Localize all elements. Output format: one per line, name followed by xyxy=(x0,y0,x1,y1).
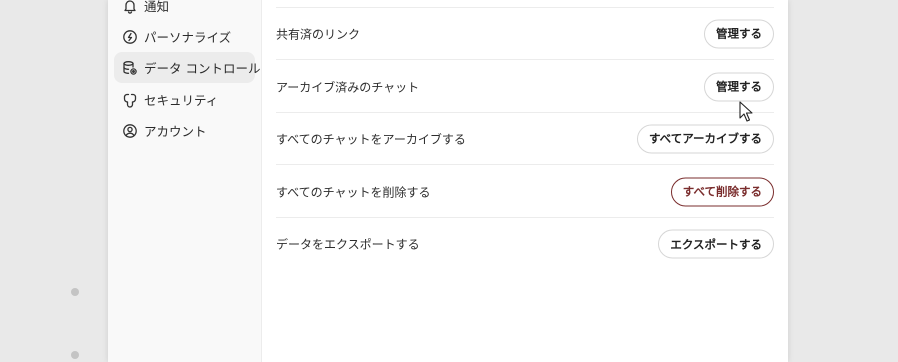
data-control-icon xyxy=(122,60,138,76)
sidebar-item-label: パーソナライズ xyxy=(144,30,232,45)
background-dot xyxy=(71,288,79,296)
list-item-shared-links: 共有済のリンク 管理する xyxy=(276,8,774,60)
security-icon xyxy=(122,92,138,108)
list-item-archive-all: すべてのチャットをアーカイブする すべてアーカイブする xyxy=(276,113,774,165)
row-label: すべてのチャットを削除する xyxy=(276,185,431,199)
row-label: 共有済のリンク xyxy=(276,27,361,41)
sidebar-item-label: アカウント xyxy=(144,124,207,139)
list-item-export-data: データをエクスポートする エクスポートする xyxy=(276,218,774,270)
manage-shared-links-button[interactable]: 管理する xyxy=(704,19,774,48)
sidebar-item-label: セキュリティ xyxy=(144,93,219,108)
sidebar-item-data-controls[interactable]: データ コントロール xyxy=(114,52,260,83)
sidebar-item-account[interactable]: アカウント xyxy=(114,115,255,146)
export-data-button[interactable]: エクスポートする xyxy=(658,229,774,259)
sidebar-item-label: 通知 xyxy=(144,0,170,14)
personalize-icon xyxy=(122,29,138,45)
account-icon xyxy=(122,123,138,139)
sidebar-item-notifications[interactable]: 通知 xyxy=(114,0,255,21)
mouse-pointer-icon xyxy=(739,101,753,123)
settings-sidebar: 通知 パーソナライズ データ コントロール セキュリティ アカウント xyxy=(108,0,262,362)
delete-all-button[interactable]: すべて削除する xyxy=(670,177,774,206)
row-label: データをエクスポートする xyxy=(276,237,420,252)
background-dot xyxy=(71,351,79,359)
sidebar-item-personalize[interactable]: パーソナライズ xyxy=(114,21,255,52)
data-controls-panel: 共有済のリンク 管理する アーカイブ済みのチャット 管理する すべてのチャットを… xyxy=(262,0,788,362)
row-label: アーカイブ済みのチャット xyxy=(276,80,420,94)
bell-icon xyxy=(122,0,138,14)
row-label: すべてのチャットをアーカイブする xyxy=(276,132,466,146)
sidebar-item-label: データ コントロール xyxy=(144,61,261,76)
archive-all-button[interactable]: すべてアーカイブする xyxy=(636,124,774,153)
settings-dialog: 通知 パーソナライズ データ コントロール セキュリティ アカウント 共有済のリ… xyxy=(108,0,788,362)
sidebar-item-security[interactable]: セキュリティ xyxy=(114,84,255,115)
list-item-archived-chats: アーカイブ済みのチャット 管理する xyxy=(276,61,774,113)
manage-archived-chats-button[interactable]: 管理する xyxy=(704,72,774,101)
list-item-delete-all: すべてのチャットを削除する すべて削除する xyxy=(276,166,774,218)
